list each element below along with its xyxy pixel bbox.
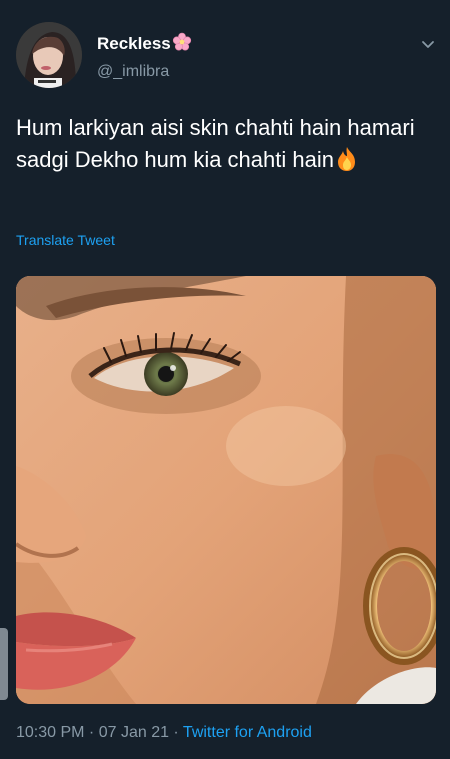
fire-icon [335, 146, 359, 181]
tweet-timestamp: 10:30 PM · 07 Jan 21 · [16, 724, 183, 741]
tweet-source-link[interactable]: Twitter for Android [183, 724, 312, 741]
cherry-blossom-icon [172, 32, 192, 58]
author-display-name[interactable]: Reckless [97, 32, 192, 58]
tweet-media-image[interactable] [16, 276, 436, 704]
chevron-down-icon[interactable] [420, 36, 436, 52]
tweet-text: Hum larkiyan aisi skin chahti hain hamar… [16, 112, 436, 181]
avatar[interactable] [16, 22, 82, 88]
edge-panel-handle[interactable] [0, 628, 8, 700]
author-name-text: Reckless [97, 34, 171, 53]
author-handle[interactable]: @_imlibra [97, 62, 169, 82]
tweet-meta: 10:30 PM · 07 Jan 21 · Twitter for Andro… [16, 724, 312, 742]
translate-tweet-link[interactable]: Translate Tweet [16, 232, 115, 248]
